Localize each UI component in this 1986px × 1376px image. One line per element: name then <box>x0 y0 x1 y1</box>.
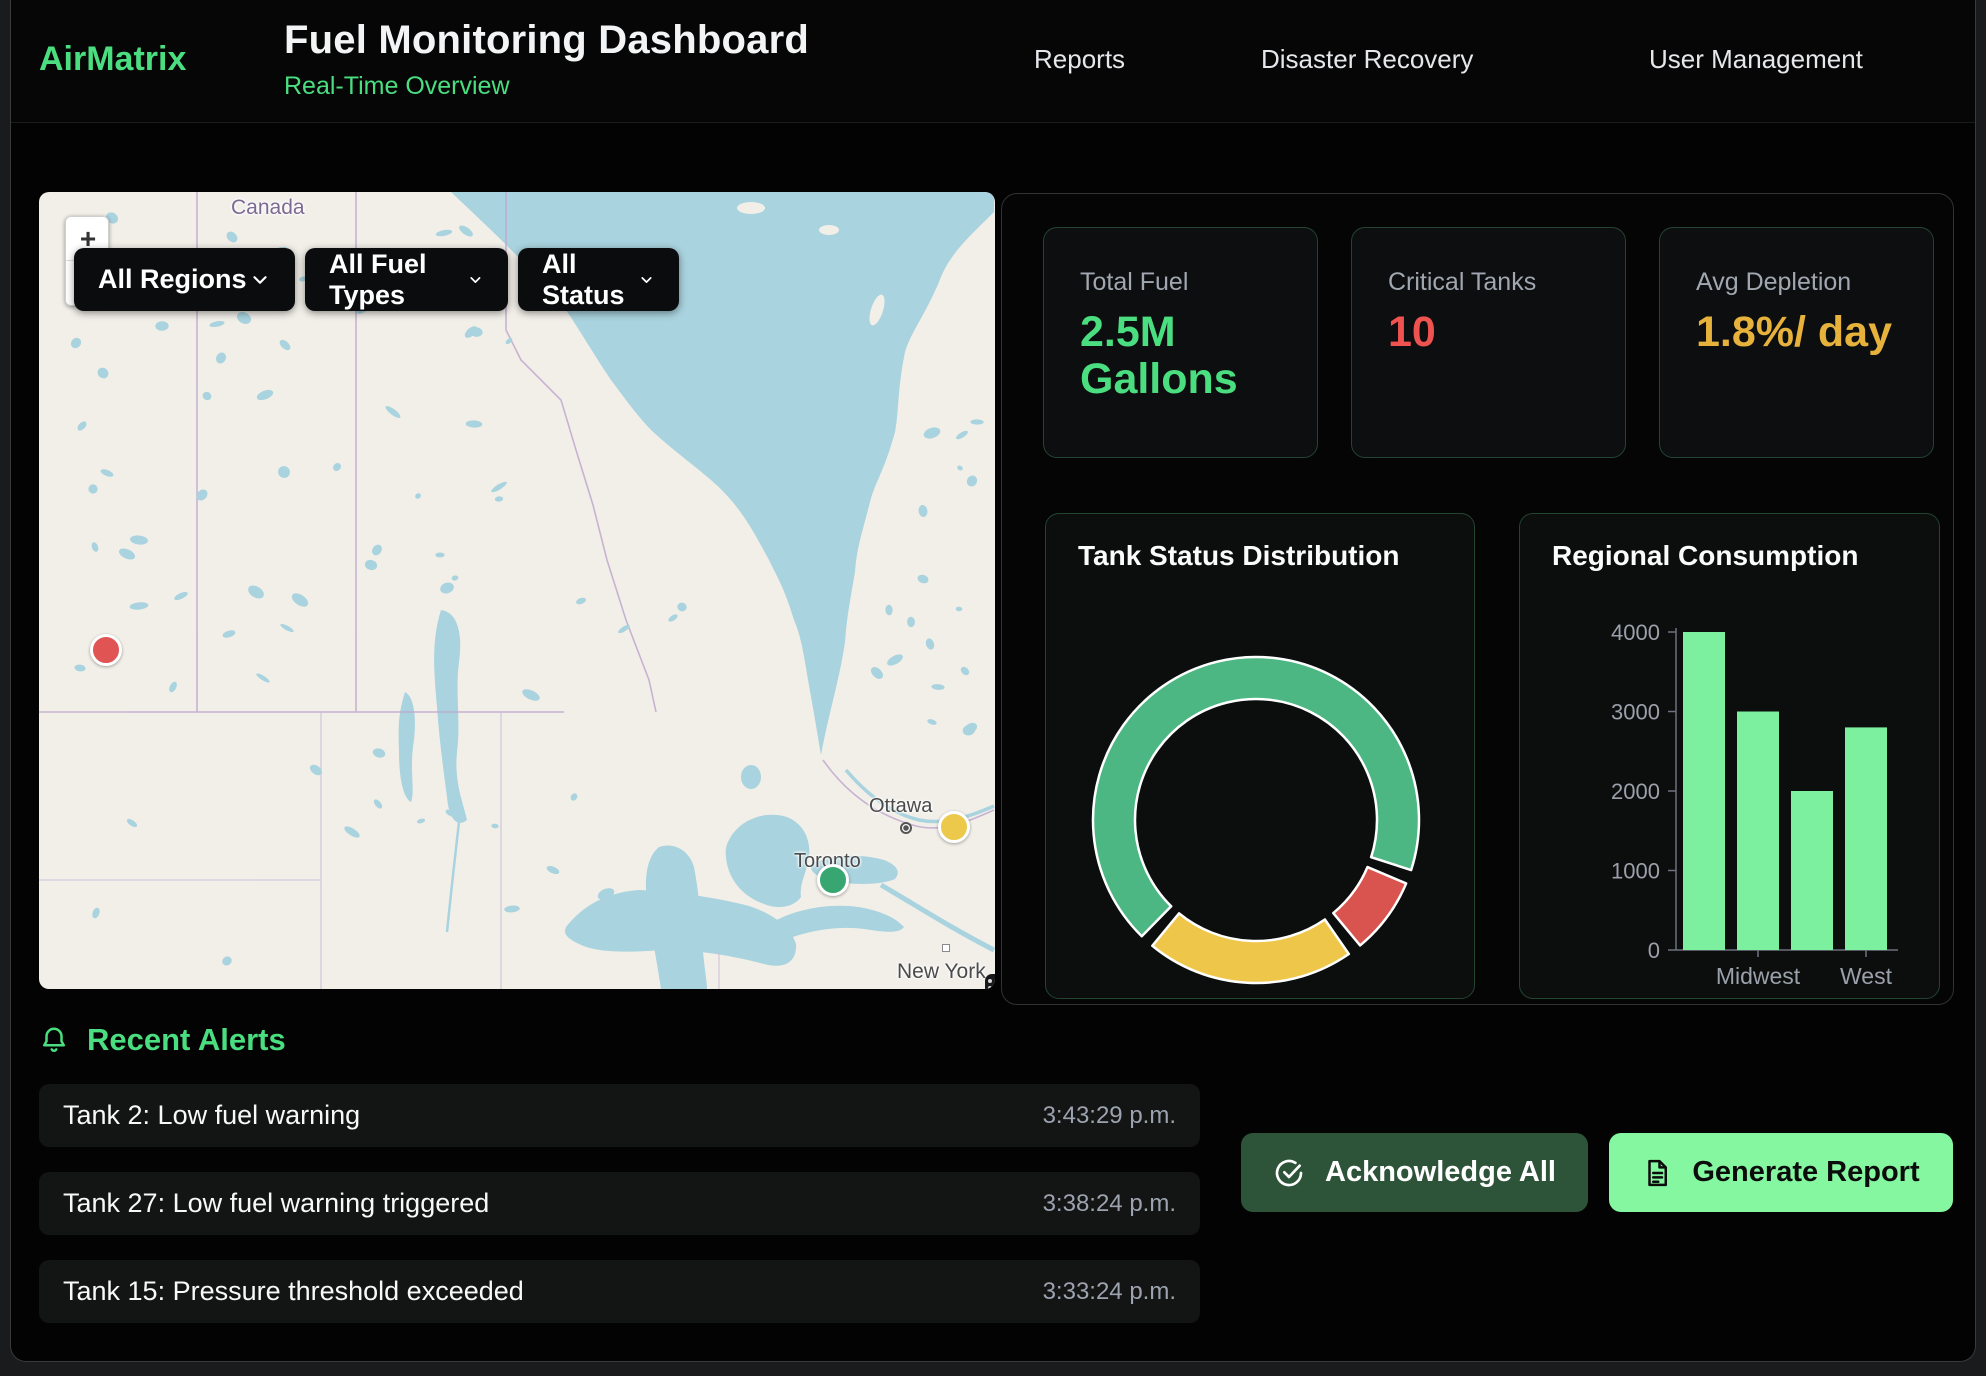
alert-timestamp: 3:33:24 p.m. <box>1043 1278 1176 1306</box>
generate-report-label: Generate Report <box>1692 1156 1919 1189</box>
alerts-header: Recent Alerts <box>39 1022 286 1058</box>
donut-chart-card: Tank Status Distribution <box>1045 513 1475 999</box>
dashboard-window: AirMatrix Fuel Monitoring Dashboard Real… <box>10 0 1976 1362</box>
stat-card-total-fuel: Total Fuel 2.5M Gallons <box>1043 227 1318 458</box>
svg-text:0: 0 <box>1648 938 1660 963</box>
nav-disaster-recovery[interactable]: Disaster Recovery <box>1261 44 1473 75</box>
acknowledge-all-button[interactable]: Acknowledge All <box>1241 1133 1588 1212</box>
ottawa-town-icon <box>900 822 912 834</box>
donut-segment-warning <box>1152 913 1348 983</box>
status-filter-value: All Status <box>542 249 638 311</box>
nav-user-management[interactable]: User Management <box>1649 44 1863 75</box>
svg-text:2000: 2000 <box>1611 779 1660 804</box>
region-filter-select[interactable]: All Regions <box>74 248 295 311</box>
alert-timestamp: 3:38:24 p.m. <box>1043 1190 1176 1218</box>
stat-card-avg-depletion: Avg Depletion 1.8%/ day <box>1659 227 1934 458</box>
tank-status-donut-chart <box>1046 514 1476 1000</box>
map-label-new-york: New York <box>897 960 986 984</box>
bar-chart-title: Regional Consumption <box>1552 540 1858 572</box>
alert-text: Tank 15: Pressure threshold exceeded <box>63 1276 524 1307</box>
map[interactable]: Canada Ottawa Toronto New York + − All R… <box>39 192 995 989</box>
stat-card-critical-tanks: Critical Tanks 10 <box>1351 227 1626 458</box>
alert-row[interactable]: Tank 27: Low fuel warning triggered 3:38… <box>39 1172 1200 1235</box>
regional-consumption-bar-chart: 0 1000 2000 3000 4000 Midwest West <box>1520 514 1941 1000</box>
nav-reports[interactable]: Reports <box>1034 44 1125 75</box>
bar-region-1 <box>1683 632 1725 950</box>
map-label-canada: Canada <box>231 196 305 220</box>
svg-text:Midwest: Midwest <box>1716 963 1801 989</box>
status-filter-select[interactable]: All Status <box>518 248 679 311</box>
acknowledge-all-label: Acknowledge All <box>1325 1156 1556 1189</box>
bar-chart-card: Regional Consumption 0 1000 2000 3000 4000 Mi… <box>1519 513 1940 999</box>
brand-logo: AirMatrix <box>39 40 186 79</box>
map-label-ottawa: Ottawa <box>869 795 932 818</box>
alerts-heading: Recent Alerts <box>87 1022 286 1058</box>
map-resize-handle[interactable] <box>985 974 995 989</box>
fuel-type-filter-select[interactable]: All Fuel Types <box>305 248 508 311</box>
stat-value: 2.5M Gallons <box>1080 309 1290 403</box>
tank-marker-normal[interactable] <box>817 864 849 896</box>
check-circle-icon <box>1273 1157 1305 1189</box>
metrics-panel: Total Fuel 2.5M Gallons Critical Tanks 1… <box>1001 193 1954 1005</box>
chevron-down-icon <box>638 269 655 291</box>
tank-marker-critical[interactable] <box>90 634 122 666</box>
fuel-type-filter-value: All Fuel Types <box>329 249 467 311</box>
tank-marker-warning[interactable] <box>938 811 970 843</box>
stat-label: Critical Tanks <box>1388 268 1625 297</box>
alert-row[interactable]: Tank 15: Pressure threshold exceeded 3:3… <box>39 1260 1200 1323</box>
donut-segment-critical <box>1333 867 1406 945</box>
stat-value: 10 <box>1388 309 1598 356</box>
stat-value: 1.8%/ day <box>1696 309 1906 356</box>
chevron-down-icon <box>249 269 271 291</box>
page-title: Fuel Monitoring Dashboard <box>284 18 809 63</box>
document-icon <box>1642 1158 1672 1188</box>
bar-region-3 <box>1791 791 1833 950</box>
svg-text:1000: 1000 <box>1611 859 1660 884</box>
page-subtitle: Real-Time Overview <box>284 72 510 101</box>
stat-label: Total Fuel <box>1080 268 1317 297</box>
stat-label: Avg Depletion <box>1696 268 1933 297</box>
generate-report-button[interactable]: Generate Report <box>1609 1133 1953 1212</box>
alert-timestamp: 3:43:29 p.m. <box>1043 1102 1176 1130</box>
bell-icon <box>39 1025 69 1055</box>
svg-text:West: West <box>1840 963 1893 989</box>
region-filter-value: All Regions <box>98 264 247 295</box>
header: AirMatrix Fuel Monitoring Dashboard Real… <box>11 0 1975 123</box>
alert-text: Tank 2: Low fuel warning <box>63 1100 360 1131</box>
donut-chart-title: Tank Status Distribution <box>1078 540 1400 572</box>
svg-text:3000: 3000 <box>1611 700 1660 725</box>
svg-text:4000: 4000 <box>1611 620 1660 645</box>
bar-Midwest <box>1737 712 1779 951</box>
new-york-town-icon <box>942 944 950 952</box>
alert-row[interactable]: Tank 2: Low fuel warning 3:43:29 p.m. <box>39 1084 1200 1147</box>
bar-West <box>1845 727 1887 950</box>
chevron-down-icon <box>467 269 484 291</box>
alert-text: Tank 27: Low fuel warning triggered <box>63 1188 489 1219</box>
